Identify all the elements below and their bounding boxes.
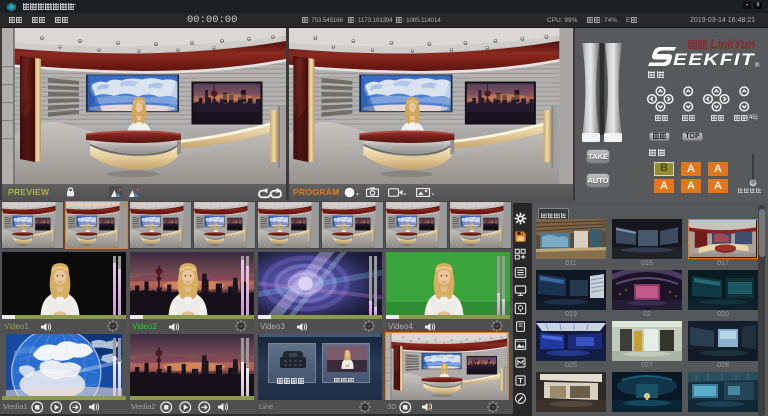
svg-text:®: ® — [755, 62, 760, 69]
svg-text:EEKFIT: EEKFIT — [673, 50, 755, 69]
